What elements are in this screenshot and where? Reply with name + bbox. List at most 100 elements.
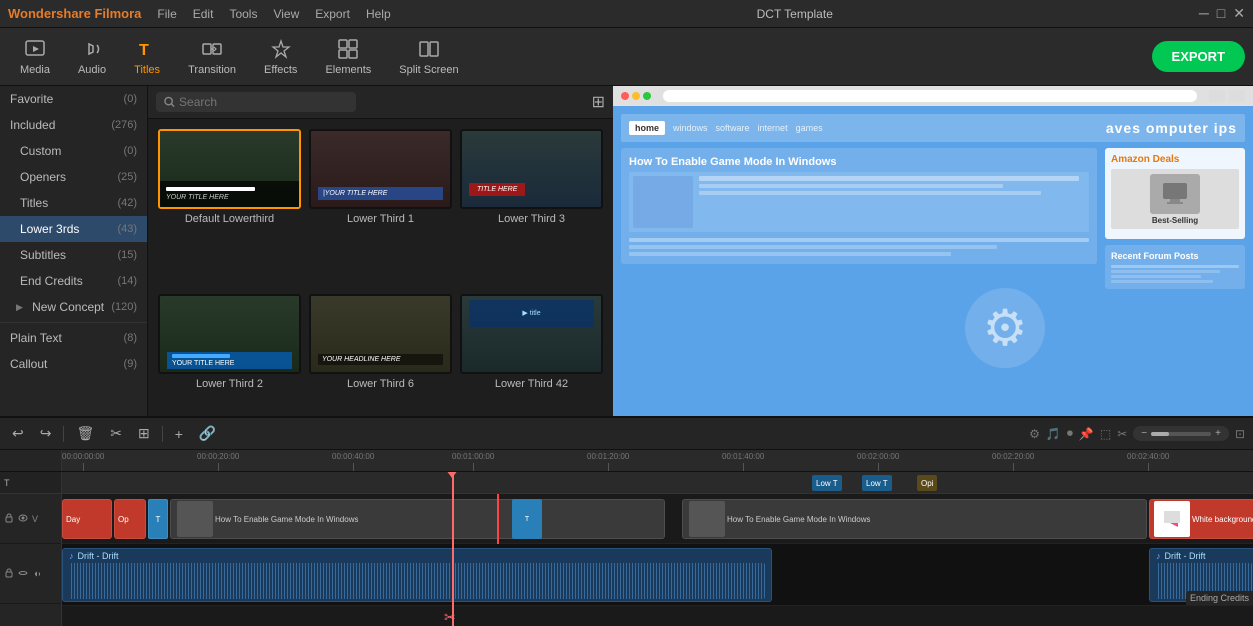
clip-blue-small[interactable]: T: [512, 499, 542, 539]
audio-clip-1[interactable]: ♪ Drift - Drift: [62, 548, 772, 602]
product-mockup: Best-Selling: [1150, 174, 1200, 225]
clip-op[interactable]: Op: [114, 499, 146, 539]
thumbnail-preview: YOUR HEADLINE HERE: [309, 294, 452, 374]
clip-day[interactable]: Day: [62, 499, 112, 539]
ruler-mark: 00:02:40:00: [1127, 452, 1169, 471]
thumbnail-preview: |YOUR TITLE HERE: [309, 129, 452, 209]
effects-icon: [270, 38, 292, 60]
add-track-button[interactable]: +: [171, 424, 187, 444]
forum-link: [1111, 270, 1220, 273]
timeline-toolbar: ↩ ↪ 🗑 ✂ ⊞ + 🔗 ⚙ 🎵 ⏺ 📌 ⬚ ✂ − + ⊡: [0, 418, 1253, 450]
minimize-dot: [632, 92, 640, 100]
menu-edit[interactable]: Edit: [193, 7, 214, 21]
clip-white-bg[interactable]: White background: [1149, 499, 1253, 539]
sidebar-item-end-credits[interactable]: End Credits (14): [0, 268, 147, 294]
link-button[interactable]: 🔗: [195, 423, 220, 444]
export-button[interactable]: EXPORT: [1152, 41, 1245, 72]
text-line: [629, 252, 951, 256]
clip-second-video[interactable]: How To Enable Game Mode In Windows: [682, 499, 1147, 539]
tool-split-screen[interactable]: Split Screen: [387, 34, 470, 80]
grid-view-icon[interactable]: ⊞: [592, 92, 605, 112]
search-box[interactable]: [156, 92, 356, 112]
audio-lock-icon[interactable]: [4, 567, 14, 581]
delete-button[interactable]: 🗑: [72, 423, 98, 444]
audio-eye-icon[interactable]: [18, 567, 28, 581]
sidebar-item-titles[interactable]: Titles (42): [0, 190, 147, 216]
ruler-mark: 00:01:40:00: [722, 452, 764, 471]
undo-button[interactable]: ↩: [8, 423, 28, 444]
sidebar-column: Amazon Deals Best-Selling: [1105, 148, 1245, 289]
zoom-out-button[interactable]: −: [1141, 428, 1147, 439]
track-lock-icon[interactable]: [4, 512, 14, 526]
audio-speaker-icon: [32, 569, 42, 579]
menu-export[interactable]: Export: [315, 7, 350, 21]
tool-audio[interactable]: Audio: [66, 34, 118, 80]
track-label-video: V: [0, 494, 61, 544]
elements-icon: [337, 38, 359, 60]
site-header: home windows software internet games ave…: [621, 114, 1245, 142]
tool-media[interactable]: Media: [8, 34, 62, 80]
maximize-button[interactable]: □: [1217, 5, 1225, 22]
forum-link: [1111, 280, 1213, 283]
site-nav: windows: [673, 123, 708, 133]
tool-transition[interactable]: Transition: [176, 34, 248, 80]
zoom-slider[interactable]: [1151, 432, 1211, 436]
sidebar-item-subtitles[interactable]: Subtitles (15): [0, 242, 147, 268]
search-icon: [164, 96, 175, 108]
article-title: How To Enable Game Mode In Windows: [629, 156, 1089, 168]
audio-icon: 🎵: [1046, 427, 1061, 441]
list-item[interactable]: YOUR TITLE HERE Default Lowerthird: [158, 129, 301, 286]
track-eye-icon[interactable]: [18, 512, 28, 526]
cut-button[interactable]: ✂: [106, 423, 126, 444]
thumbnail-preview: ▶ title: [460, 294, 603, 374]
tool-titles[interactable]: T Titles: [122, 34, 172, 80]
maximize-dot: [643, 92, 651, 100]
tool-effects[interactable]: Effects: [252, 34, 309, 80]
menu-tools[interactable]: Tools: [229, 7, 257, 21]
sidebar-item-included[interactable]: Included (276): [0, 112, 147, 138]
tool-elements[interactable]: Elements: [313, 34, 383, 80]
redo-button[interactable]: ↪: [36, 423, 56, 444]
best-selling-label: Best-Selling: [1152, 216, 1198, 225]
sidebar-item-callout[interactable]: Callout (9): [0, 351, 147, 377]
settings-icon: ⚙: [1029, 427, 1040, 441]
crop-icon: ✂: [1117, 427, 1127, 441]
marker-icon: 📌: [1079, 427, 1094, 441]
playhead-scissors[interactable]: ✂: [444, 609, 456, 626]
sidebar-item-plain-text[interactable]: Plain Text (8): [0, 325, 147, 351]
menu-help[interactable]: Help: [366, 7, 391, 21]
video-track-label: V: [32, 514, 38, 524]
search-input[interactable]: [179, 95, 348, 109]
sidebar-item-favorite[interactable]: Favorite (0): [0, 86, 147, 112]
image-placeholder: [633, 176, 693, 228]
forum-link: [1111, 275, 1201, 278]
article-box: How To Enable Game Mode In Windows: [621, 148, 1097, 264]
title-chip-1[interactable]: Low T: [812, 475, 842, 491]
menu-view[interactable]: View: [273, 7, 299, 21]
fit-button[interactable]: ⊡: [1235, 427, 1245, 441]
list-item[interactable]: TITLE HERE Lower Third 3: [460, 129, 603, 286]
sidebar-item-new-concept[interactable]: ▶ New Concept (120): [0, 294, 147, 320]
title-chip-2[interactable]: Low T: [862, 475, 892, 491]
zoom-in-button[interactable]: +: [1215, 428, 1221, 439]
sidebar-item-custom[interactable]: Custom (0): [0, 138, 147, 164]
title-chip-3[interactable]: Opi: [917, 475, 937, 491]
svg-text:T: T: [139, 42, 149, 59]
close-button[interactable]: ✕: [1233, 5, 1245, 22]
ruler-left-spacer: [0, 450, 62, 471]
track-label-audio: [0, 544, 61, 604]
thumbnail-preview: YOUR TITLE HERE: [158, 129, 301, 209]
audio-clip-header: ♪ Drift - Drift: [69, 551, 765, 561]
forum-link: [1111, 265, 1239, 268]
sidebar-item-openers[interactable]: Openers (25): [0, 164, 147, 190]
clip-t[interactable]: T: [148, 499, 168, 539]
list-item[interactable]: |YOUR TITLE HERE Lower Third 1: [309, 129, 452, 286]
browser-btn: [1209, 90, 1225, 102]
menu-file[interactable]: File: [157, 7, 176, 21]
clip-main-video[interactable]: How To Enable Game Mode In Windows: [170, 499, 665, 539]
white-bg-thumbnail: [1154, 501, 1190, 537]
align-button[interactable]: ⊞: [134, 423, 154, 444]
minimize-button[interactable]: ─: [1199, 5, 1209, 22]
media-icon: [24, 38, 46, 60]
sidebar-item-lower3rds[interactable]: Lower 3rds (43): [0, 216, 147, 242]
